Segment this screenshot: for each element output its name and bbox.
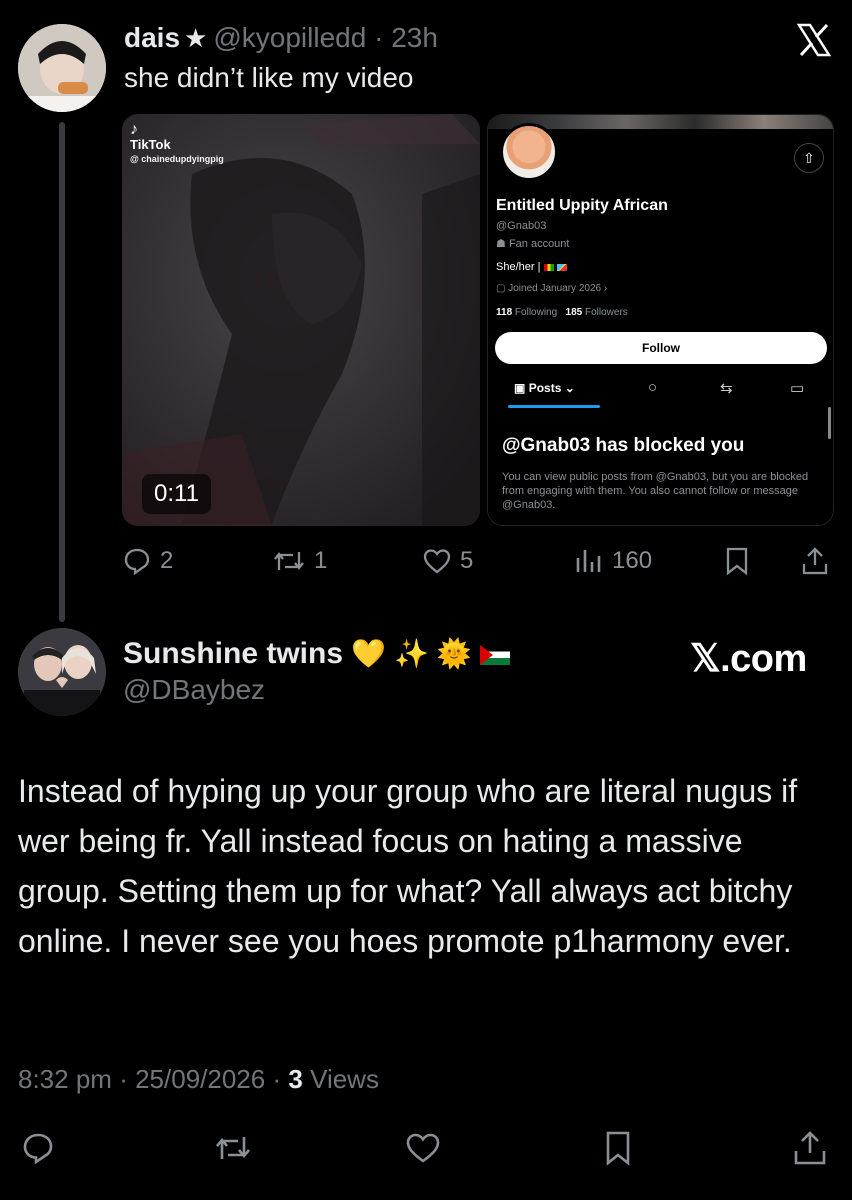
posts-icon: ▣ <box>514 381 526 395</box>
reply-icon <box>124 548 150 576</box>
tiktok-note-icon: ♪ <box>130 121 138 138</box>
views-action[interactable]: 160 <box>574 544 652 578</box>
main-tweet-meta: 8:32 pm · 25/09/2026 · 3 Views <box>18 1064 379 1095</box>
tiktok-watermark: ♪ TikTok @ chainedupdyingpig <box>130 122 224 166</box>
x-logo-icon <box>796 22 832 58</box>
like-action[interactable]: 5 <box>422 544 473 578</box>
repost-count: 1 <box>314 547 328 574</box>
views-count: 3 <box>288 1064 303 1094</box>
main-tweet-avatar[interactable] <box>18 628 106 716</box>
share-button[interactable] <box>792 1130 828 1166</box>
bookmark-icon <box>726 547 748 576</box>
profile-fan-account: ☗ Fan account <box>496 238 570 250</box>
reposts-tab-icon: ⇆ <box>720 380 733 397</box>
scrollbar <box>828 407 831 439</box>
tab-underline <box>508 405 600 408</box>
repost-icon <box>216 1137 250 1159</box>
meta-separator: · <box>272 1064 282 1094</box>
thread-line <box>59 122 65 622</box>
bookmark-action[interactable] <box>722 544 752 578</box>
palestine-flag-icon <box>479 645 510 666</box>
like-icon <box>423 549 451 574</box>
main-tweet-text: Instead of hyping up your group who are … <box>18 773 798 959</box>
quoted-display-name[interactable]: dais <box>124 22 180 53</box>
profile-follow-counts: 118 Following 185 Followers <box>496 307 628 318</box>
reply-icon <box>23 1133 53 1165</box>
profile-tabs: ▣ Posts ⌄ ○ ⇆ ▭ <box>488 377 833 411</box>
profile-avatar <box>500 123 558 181</box>
blocked-description: You can view public posts from @Gnab03, … <box>502 471 809 511</box>
repost-icon <box>274 552 304 570</box>
tab-posts: ▣ Posts ⌄ <box>514 381 575 395</box>
bookmark-button[interactable] <box>600 1130 636 1166</box>
repost-action[interactable]: 1 <box>272 544 327 578</box>
main-tweet-handle[interactable]: @DBaybez <box>123 674 265 706</box>
quoted-time[interactable]: 23h <box>391 22 438 53</box>
reply-button[interactable] <box>20 1130 56 1166</box>
main-display-name: Sunshine twins <box>123 637 344 670</box>
share-icon <box>794 1131 826 1165</box>
tiktok-handle: @ chainedupdyingpig <box>130 154 224 164</box>
tiktok-label: TikTok <box>130 137 171 152</box>
calendar-icon: ▢ <box>496 283 506 294</box>
profile-joined: ▢ Joined January 2026 › <box>496 283 608 294</box>
profile-pronouns: She/her | <box>496 261 567 273</box>
meta-separator: · <box>119 1064 128 1094</box>
share-action[interactable] <box>800 544 830 578</box>
blocked-title: @Gnab03 has blocked you <box>502 435 745 456</box>
x-com-brand: 𝕏.com <box>690 638 807 680</box>
reply-action[interactable]: 2 <box>122 544 173 578</box>
header-separator: · <box>374 22 384 53</box>
tweet-time[interactable]: 8:32 pm <box>18 1064 112 1094</box>
quoted-tweet-avatar[interactable] <box>18 24 106 112</box>
share-icon <box>802 547 828 575</box>
bookmark-icon <box>606 1131 630 1166</box>
quoted-tweet-header: dais ★ @kyopilledd · 23h <box>124 20 438 56</box>
profile-name: Entitled Uppity African <box>496 197 668 214</box>
like-button[interactable] <box>405 1130 441 1166</box>
repost-button[interactable] <box>213 1130 250 1166</box>
main-tweet-name[interactable]: Sunshine twins 💛 ✨ 🌞 <box>123 637 510 671</box>
profile-screenshot-image[interactable]: ⇧ Entitled Uppity African @Gnab03 ☗ Fan … <box>487 114 834 526</box>
reply-count: 2 <box>160 547 174 574</box>
name-emojis: 💛 ✨ 🌞 <box>351 638 472 669</box>
follow-button: Follow <box>495 332 827 364</box>
mask-icon: ☗ <box>496 238 506 250</box>
replies-tab-icon: ○ <box>648 379 658 396</box>
views-label: Views <box>310 1064 379 1094</box>
views-icon <box>576 550 601 572</box>
star-icon: ★ <box>184 23 208 53</box>
profile-handle: @Gnab03 <box>496 220 547 232</box>
flag-icon <box>543 263 554 271</box>
video-duration-badge: 0:11 <box>142 474 211 514</box>
tweet-date[interactable]: 25/09/2026 <box>135 1064 265 1094</box>
quoted-handle[interactable]: @kyopilledd <box>213 22 366 53</box>
quoted-tweet-text: she didn’t like my video <box>124 62 414 93</box>
tiktok-video-thumbnail[interactable]: ♪ TikTok @ chainedupdyingpig 0:11 <box>122 114 480 526</box>
views-count: 160 <box>612 547 653 574</box>
share-icon: ⇧ <box>794 143 824 173</box>
media-tab-icon: ▭ <box>790 380 805 397</box>
flag-icon <box>556 263 567 271</box>
like-icon <box>406 1133 440 1163</box>
like-count: 5 <box>460 547 474 574</box>
